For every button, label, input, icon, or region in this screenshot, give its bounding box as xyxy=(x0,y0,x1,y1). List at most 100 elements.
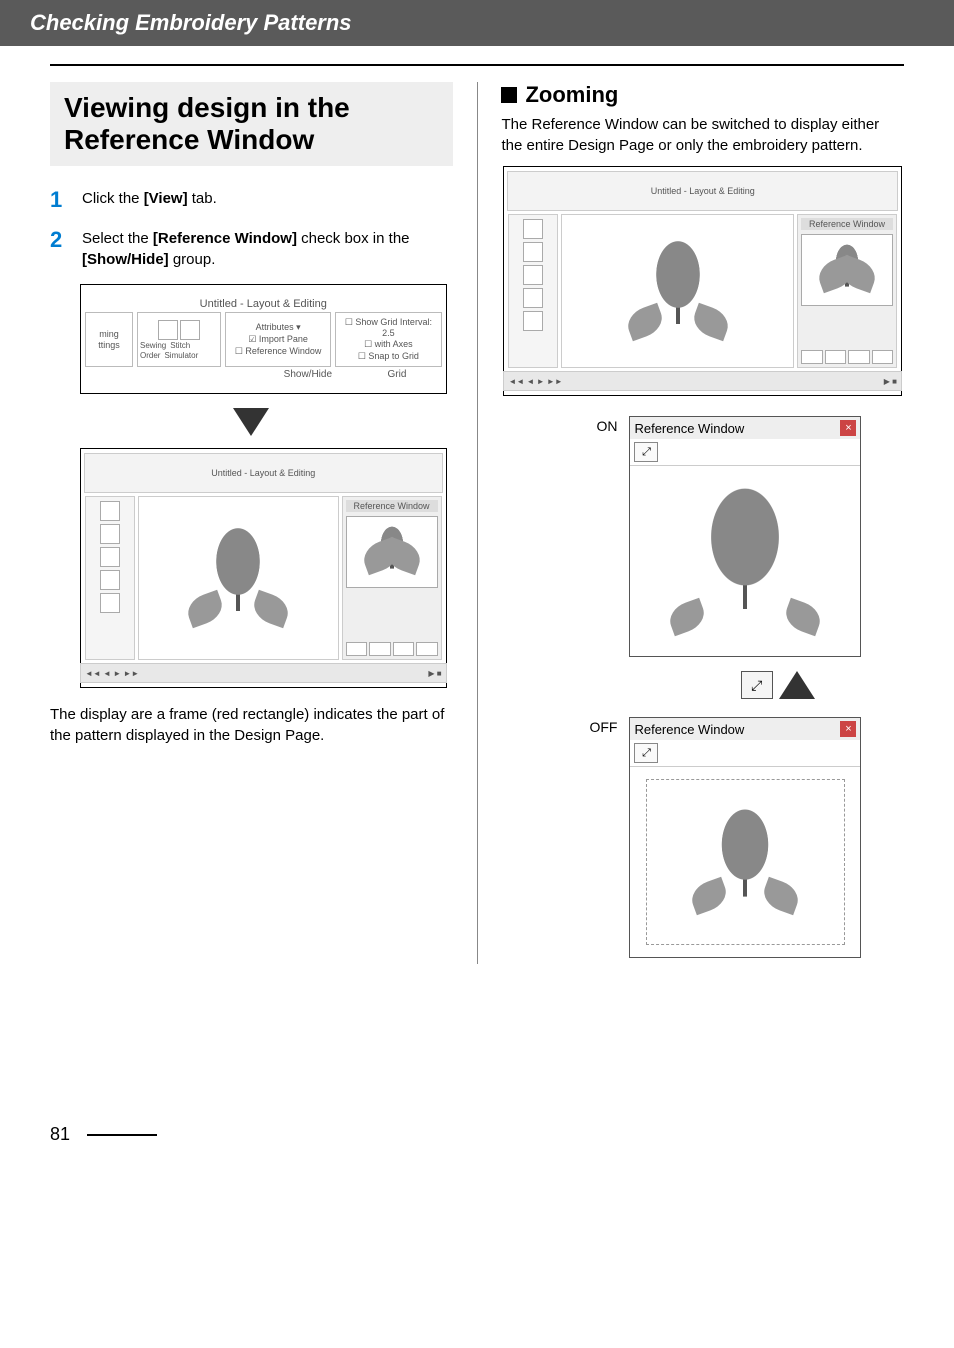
app-design-canvas xyxy=(138,496,339,660)
zoom-toggle-icon-off: ⤢ xyxy=(642,747,651,760)
ribbon-cell1-l2: ttings xyxy=(88,340,130,350)
tulip-mini xyxy=(369,524,415,580)
close-icon: × xyxy=(840,420,856,436)
design-page-outline xyxy=(646,779,846,944)
ribbon-cell2-l1: Sewing xyxy=(140,341,166,350)
right-column: Zooming The Reference Window can be swit… xyxy=(501,82,904,964)
tulip-design-preview xyxy=(193,523,283,633)
refpanel-btn xyxy=(848,350,870,364)
reference-window-title-on: Reference Window xyxy=(634,421,744,436)
app-window-title: Untitled - Layout & Editing xyxy=(211,468,315,478)
ribbon-cell4-l2: ☐ with Axes xyxy=(338,339,438,350)
ribbon-cell2-labels: Sewing Stitch xyxy=(140,341,218,350)
reference-window-toolbar-on: ⤢ xyxy=(630,439,860,466)
toggle-arrow-pair: ⤢ xyxy=(741,671,815,699)
ribbon-cell-grid: ☐ Show Grid Interval: 2.5 ☐ with Axes ☐ … xyxy=(335,312,441,367)
close-icon: × xyxy=(840,721,856,737)
refpanel-btn xyxy=(872,350,894,364)
reference-window-titlebar-on: Reference Window × xyxy=(630,417,860,439)
zooming-description: The Reference Window can be switched to … xyxy=(501,114,904,156)
zoom-toggle-icon: ⤢ xyxy=(642,446,651,459)
ribbon-cell2-l3: Stitch xyxy=(170,341,190,350)
tool-icon xyxy=(523,311,543,331)
app-tool-sidebar xyxy=(85,496,135,660)
app-status-bar: ◄◄ ◄ ► ►►▶ ■ xyxy=(80,663,447,683)
page-number-rule xyxy=(87,1134,157,1136)
zooming-heading-text: Zooming xyxy=(525,82,618,108)
step-1-number: 1 xyxy=(50,188,68,212)
tool-icon xyxy=(523,288,543,308)
ribbon-cell3-l3: ☐ Reference Window xyxy=(228,346,328,357)
reference-window-on: Reference Window × ⤢ xyxy=(629,416,861,657)
ribbon-row: ming ttings Sewing Stitch Order Simulato… xyxy=(85,312,442,367)
reference-window-body-off xyxy=(630,767,860,957)
tulip-design-preview-right xyxy=(633,236,723,346)
tool-icon xyxy=(523,242,543,262)
reference-mini-preview xyxy=(346,516,438,588)
section-title-line2: Reference Window xyxy=(64,124,439,156)
ribbon-cell4-l1: ☐ Show Grid Interval: 2.5 xyxy=(338,317,438,338)
reference-window-body-on xyxy=(630,466,860,656)
ribbon-cell2-l4: Simulator xyxy=(164,351,198,360)
refpanel-btn xyxy=(369,642,391,656)
app-body: Reference Window xyxy=(85,496,442,660)
step-1-text: Click the [View] tab. xyxy=(82,188,453,212)
ribbon-cell2-icons xyxy=(140,320,218,340)
page-header-title: Checking Embroidery Patterns xyxy=(30,10,352,35)
app-design-canvas-right xyxy=(561,214,794,368)
ribbon-window-title: Untitled - Layout & Editing xyxy=(200,298,327,310)
ribbon-bottom-grid: Grid xyxy=(352,369,441,380)
reference-window-toolbar-off: ⤢ xyxy=(630,740,860,767)
step-2-post: group. xyxy=(169,251,216,268)
column-divider xyxy=(477,82,478,964)
app-status-bar-right: ◄◄ ◄ ► ►►▶ ■ xyxy=(503,371,902,391)
ribbon-cell-showhide: Attributes ▾ ☑ Import Pane ☐ Reference W… xyxy=(225,312,331,367)
tulip-off xyxy=(697,804,793,920)
tool-icon xyxy=(523,265,543,285)
tool-icon xyxy=(100,524,120,544)
tool-icon xyxy=(100,547,120,567)
off-state-row: OFF Reference Window × ⤢ xyxy=(581,717,904,958)
step-2: 2 Select the [Reference Window] check bo… xyxy=(50,228,453,270)
reference-window-title-off: Reference Window xyxy=(634,722,744,737)
page-number: 81 xyxy=(50,1124,954,1145)
section-title-line1: Viewing design in the xyxy=(64,92,439,124)
toggle-arrow-group: ⤢ xyxy=(651,671,904,699)
step-2-bold2: [Show/Hide] xyxy=(82,251,169,268)
ribbon-screenshot-figure: Untitled - Layout & Editing ming ttings … xyxy=(80,284,447,394)
header-rule xyxy=(50,64,904,66)
stitch-simulator-icon xyxy=(180,320,200,340)
zoom-toggle-button-off: ⤢ xyxy=(634,743,658,763)
app-window-title-right: Untitled - Layout & Editing xyxy=(651,186,755,196)
ribbon-cell3-l1: Attributes ▾ xyxy=(228,322,328,333)
zoom-toggle-icon-standalone: ⤢ xyxy=(751,677,762,694)
step-1-post: tab. xyxy=(188,190,217,207)
tool-icon xyxy=(523,219,543,239)
app-header: Untitled - Layout & Editing xyxy=(84,453,443,493)
section-title-box: Viewing design in the Reference Window xyxy=(50,82,453,166)
off-label: OFF xyxy=(581,717,617,735)
zooming-subheading: Zooming xyxy=(501,82,904,108)
on-state-row: ON Reference Window × ⤢ xyxy=(581,416,904,657)
step-1-pre: Click the xyxy=(82,190,144,207)
step-2-bold1: [Reference Window] xyxy=(153,230,297,247)
reference-panel-title: Reference Window xyxy=(346,500,438,512)
refpanel-btn xyxy=(416,642,438,656)
on-label: ON xyxy=(581,416,617,434)
tulip-on xyxy=(675,481,815,641)
step-2-number: 2 xyxy=(50,228,68,270)
tool-icon xyxy=(100,570,120,590)
two-column-layout: Viewing design in the Reference Window 1… xyxy=(0,82,954,964)
up-arrow-icon xyxy=(779,671,815,699)
refpanel-btn xyxy=(346,642,368,656)
app-screenshot-figure-right: Untitled - Layout & Editing Reference Wi… xyxy=(503,166,902,396)
ribbon-cell-settings: ming ttings xyxy=(85,312,133,367)
step-2-text: Select the [Reference Window] check box … xyxy=(82,228,453,270)
left-column: Viewing design in the Reference Window 1… xyxy=(50,82,453,964)
reference-mini-preview-right xyxy=(801,234,893,306)
reference-panel-title-right: Reference Window xyxy=(801,218,893,230)
ribbon-cell4-l3: ☐ Snap to Grid xyxy=(338,351,438,362)
app-body-right: Reference Window xyxy=(508,214,897,368)
refpanel-btn xyxy=(825,350,847,364)
reference-window-off: Reference Window × ⤢ xyxy=(629,717,861,958)
